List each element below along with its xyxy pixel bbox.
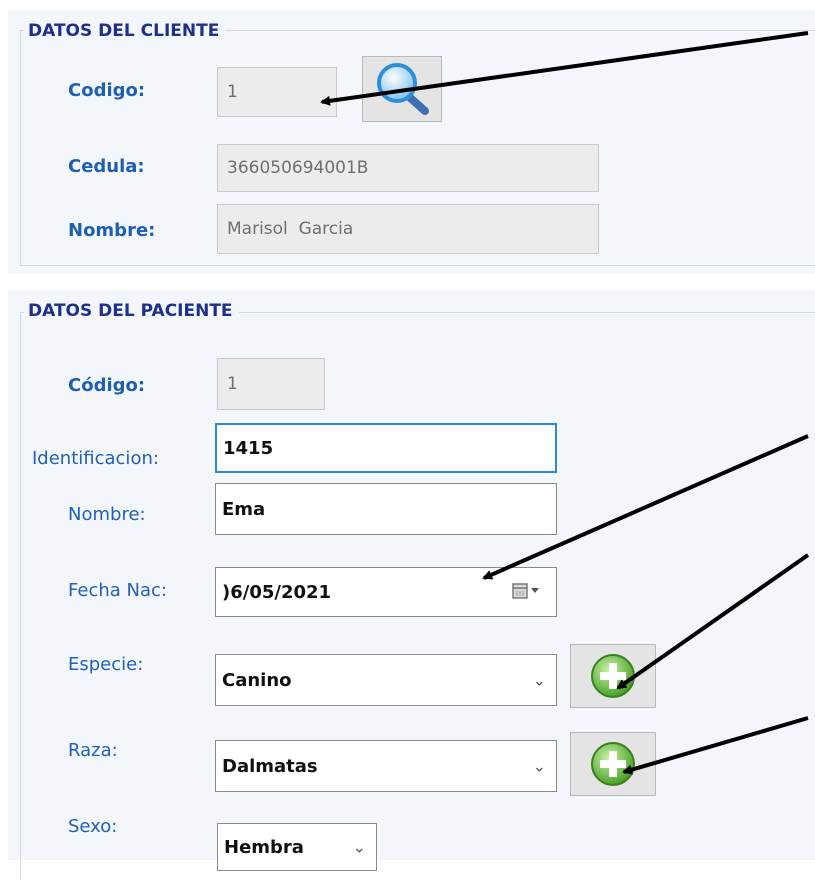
calendar-dropdown-icon[interactable]: [512, 582, 540, 600]
breed-value: Dalmatas: [222, 755, 318, 777]
green-plus-icon: [591, 742, 635, 786]
search-client-button[interactable]: [362, 56, 442, 122]
chevron-down-icon: ⌄: [532, 670, 546, 690]
sex-label: Sexo:: [68, 816, 118, 837]
patient-section-title: DATOS DEL PACIENTE: [24, 300, 239, 322]
patient-code-label: Código:: [68, 375, 146, 396]
client-name-label: Nombre:: [68, 220, 156, 241]
green-plus-icon: [591, 654, 635, 698]
client-name-field[interactable]: Marisol Garcia: [217, 204, 599, 254]
client-cedula-label: Cedula:: [68, 156, 145, 177]
add-breed-button[interactable]: [570, 732, 656, 796]
chevron-down-icon: ⌄: [532, 756, 546, 776]
client-code-field[interactable]: 1: [217, 67, 337, 117]
birthdate-label: Fecha Nac:: [68, 580, 167, 601]
sex-value: Hembra: [224, 836, 304, 858]
birthdate-value: )6/05/2021: [222, 581, 332, 603]
species-select[interactable]: Canino ⌄: [215, 654, 557, 706]
patient-code-field[interactable]: 1: [217, 358, 325, 410]
breed-label: Raza:: [68, 740, 118, 761]
sex-select[interactable]: Hembra ⌄: [217, 823, 377, 871]
client-data-panel: DATOS DEL CLIENTE Codigo: 1 Cedula: 3660…: [8, 10, 815, 274]
add-species-button[interactable]: [570, 644, 656, 708]
species-value: Canino: [222, 669, 292, 691]
client-section-title: DATOS DEL CLIENTE: [24, 20, 226, 42]
magnifier-icon: [377, 63, 429, 115]
patient-identification-label: Identificacion:: [32, 448, 159, 469]
patient-name-input[interactable]: Ema: [215, 483, 557, 535]
chevron-down-icon: ⌄: [352, 837, 366, 857]
patient-identification-input[interactable]: 1415: [215, 423, 557, 473]
client-cedula-field[interactable]: 366050694001B: [217, 144, 599, 192]
client-code-label: Codigo:: [68, 80, 146, 101]
birthdate-picker[interactable]: )6/05/2021: [215, 567, 557, 617]
breed-select[interactable]: Dalmatas ⌄: [215, 740, 557, 792]
patient-name-label: Nombre:: [68, 504, 146, 525]
species-label: Especie:: [68, 654, 144, 675]
patient-data-panel: DATOS DEL PACIENTE Código: 1 Identificac…: [8, 290, 815, 880]
